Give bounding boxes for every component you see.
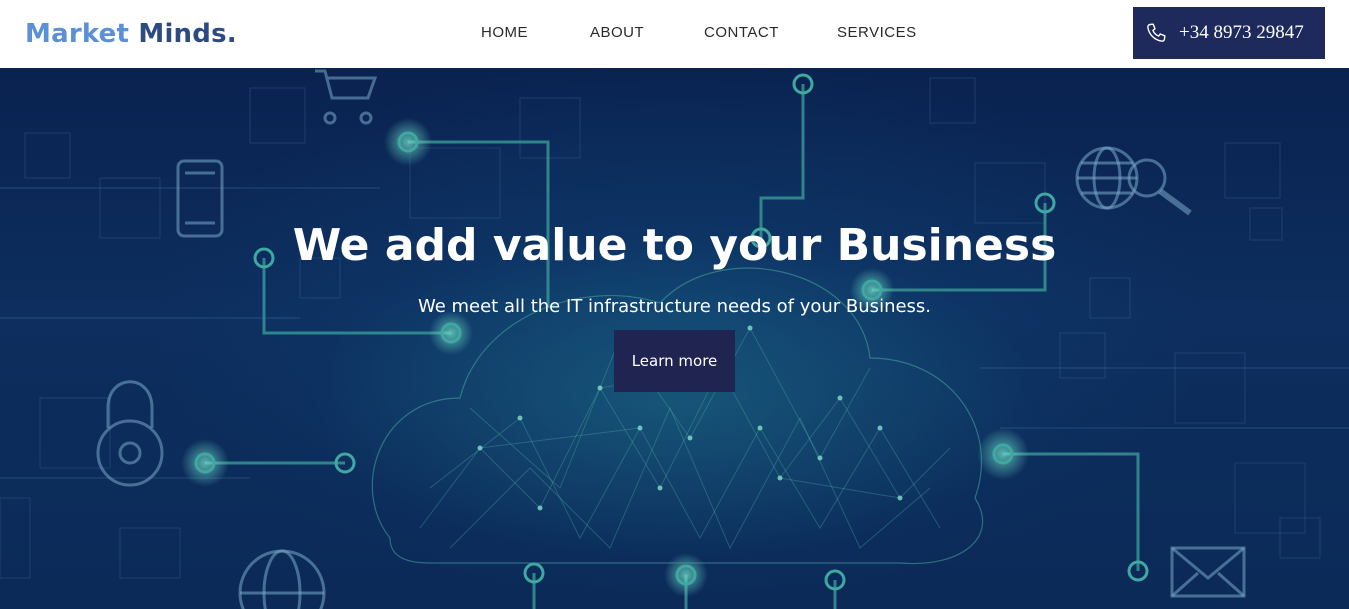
nav-link-home[interactable]: HOME — [481, 24, 528, 42]
brand-word-market: Market — [25, 19, 130, 49]
brand-word-minds: Minds. — [138, 19, 237, 49]
nav-link-about[interactable]: ABOUT — [590, 24, 644, 42]
hero-title: We add value to your Business — [292, 220, 1057, 271]
hero-subtitle: We meet all the IT infrastructure needs … — [417, 296, 932, 317]
nav-link-contact[interactable]: CONTACT — [704, 24, 779, 42]
phone-button[interactable]: +34 8973 29847 — [1133, 7, 1325, 59]
brand-logo[interactable]: Market Minds. — [25, 18, 237, 50]
hero-content: We add value to your Business We meet al… — [0, 68, 1349, 609]
learn-more-button[interactable]: Learn more — [614, 330, 735, 392]
phone-icon — [1147, 23, 1166, 42]
phone-number: +34 8973 29847 — [1179, 22, 1304, 43]
hero-section: We add value to your Business We meet al… — [0, 68, 1349, 609]
site-header: Market Minds. HOME ABOUT CONTACT SERVICE… — [0, 0, 1349, 68]
nav-link-services[interactable]: SERVICES — [837, 24, 917, 42]
